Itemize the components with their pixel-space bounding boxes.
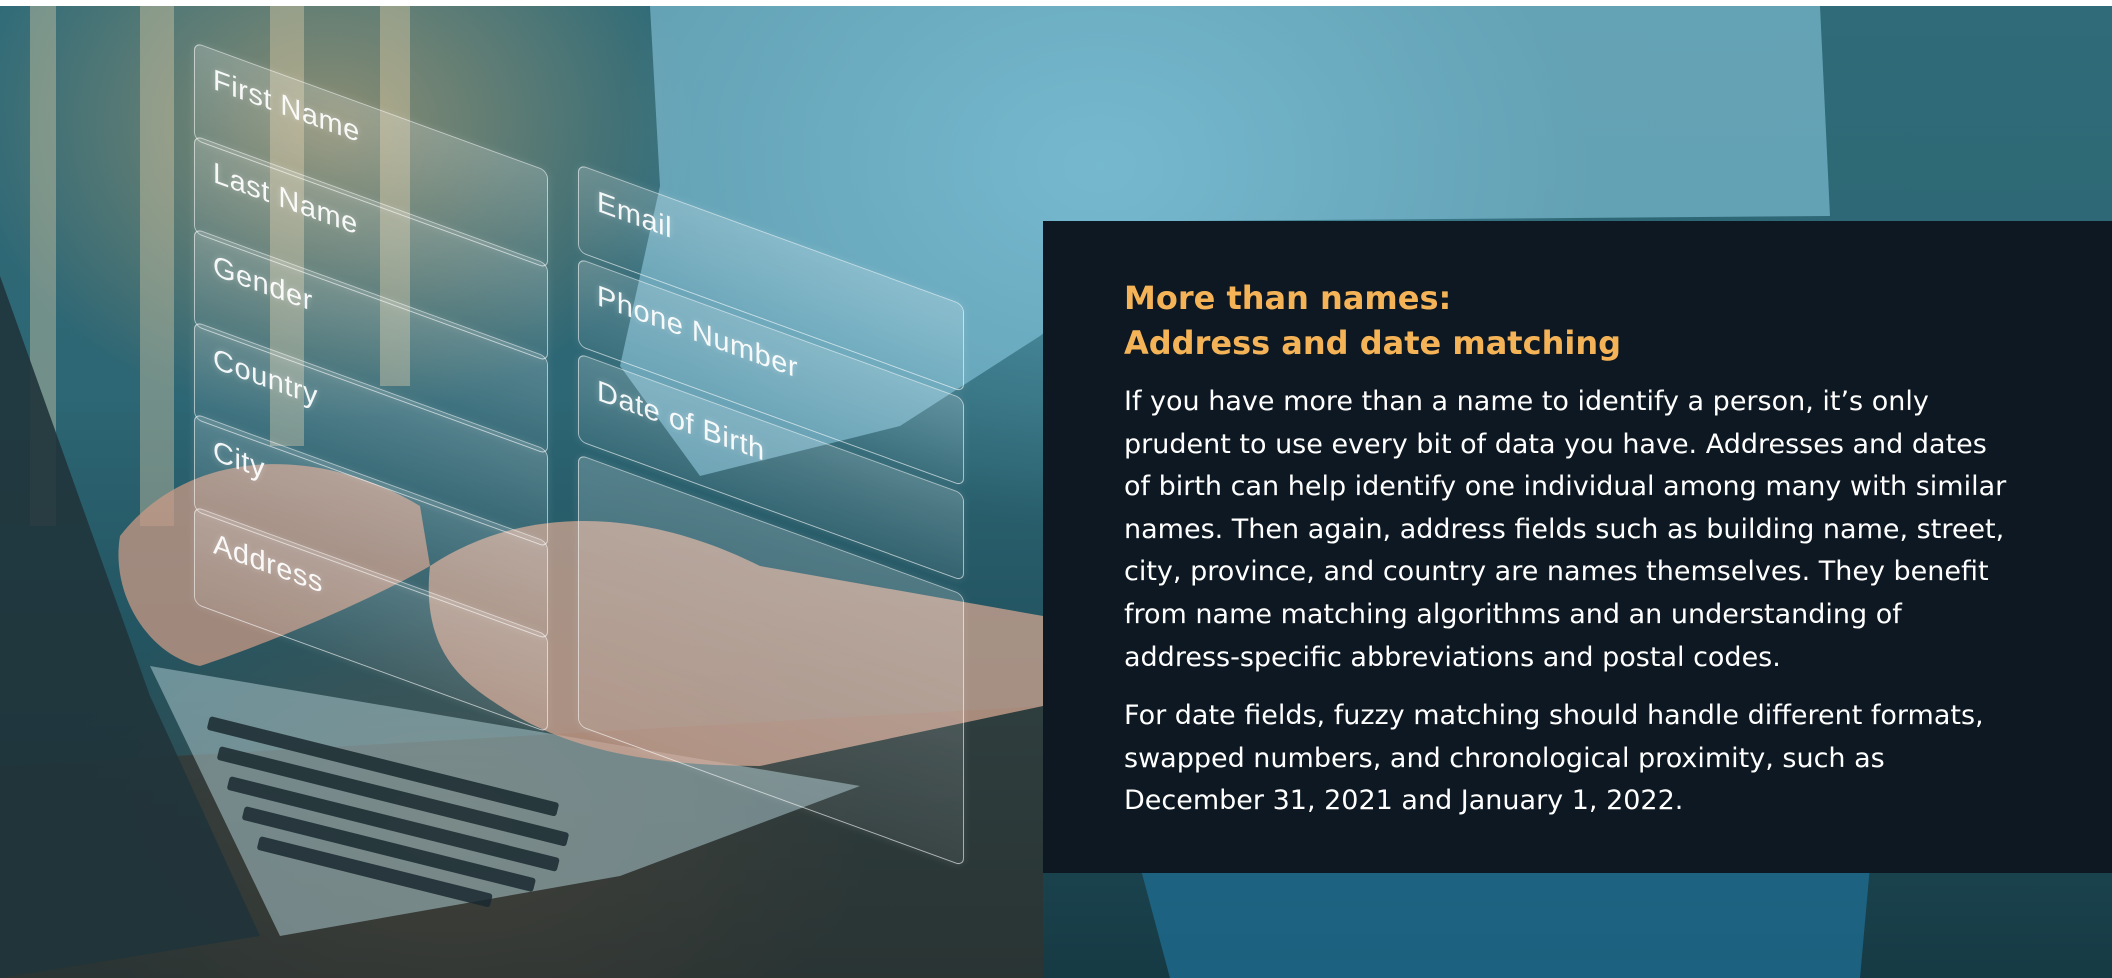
card-paragraph-1: If you have more than a name to identify… [1124, 386, 2007, 673]
card-paragraph-2: For date fields, fuzzy matching should h… [1124, 700, 1984, 817]
shirt-lower-shape [1140, 866, 1870, 978]
email-label: Email [597, 185, 673, 246]
card-heading-line-2: Address and date matching [1124, 324, 1621, 362]
info-card: More than names: Address and date matchi… [1043, 221, 2112, 873]
hero-image: First Name Last Name Gender Country City… [0, 6, 2112, 978]
city-label: City [213, 434, 265, 486]
card-heading-line-1: More than names: [1124, 279, 1452, 317]
card-heading: More than names: Address and date matchi… [1124, 276, 2012, 366]
